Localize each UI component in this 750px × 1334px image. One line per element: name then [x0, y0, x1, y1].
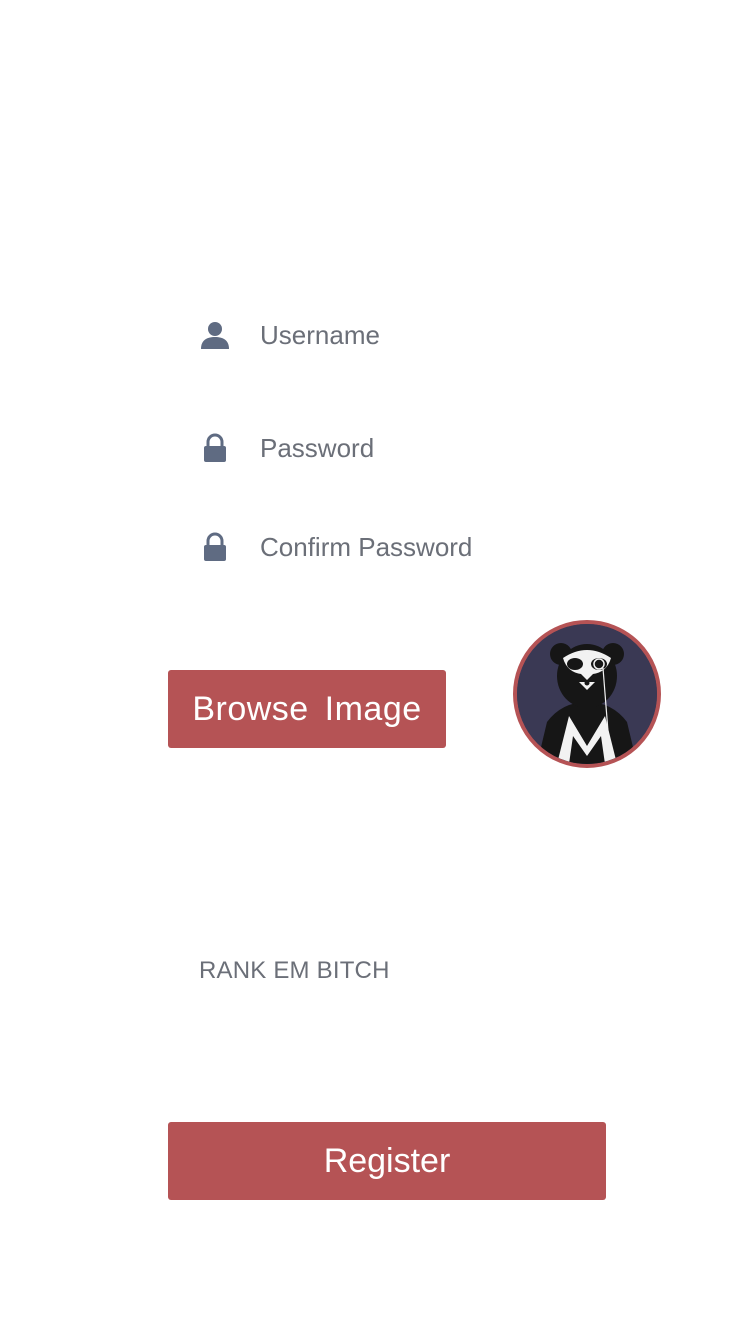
- rank-label: RANK EM BITCH: [199, 957, 390, 984]
- password-field[interactable]: [196, 420, 616, 476]
- register-button[interactable]: Register: [168, 1122, 606, 1200]
- panda-avatar-icon: [517, 624, 657, 764]
- avatar[interactable]: [513, 620, 661, 768]
- confirm-password-input[interactable]: [260, 531, 600, 563]
- register-screen: Browse Image RANK EM BITCH Re: [0, 0, 750, 1334]
- user-icon: [196, 316, 234, 354]
- username-input[interactable]: [260, 319, 600, 351]
- lock-icon: [196, 429, 234, 467]
- browse-image-button[interactable]: Browse Image: [168, 670, 446, 748]
- password-input[interactable]: [260, 432, 600, 464]
- username-field[interactable]: [196, 307, 616, 363]
- lock-icon: [196, 528, 234, 566]
- confirm-password-field[interactable]: [196, 519, 616, 575]
